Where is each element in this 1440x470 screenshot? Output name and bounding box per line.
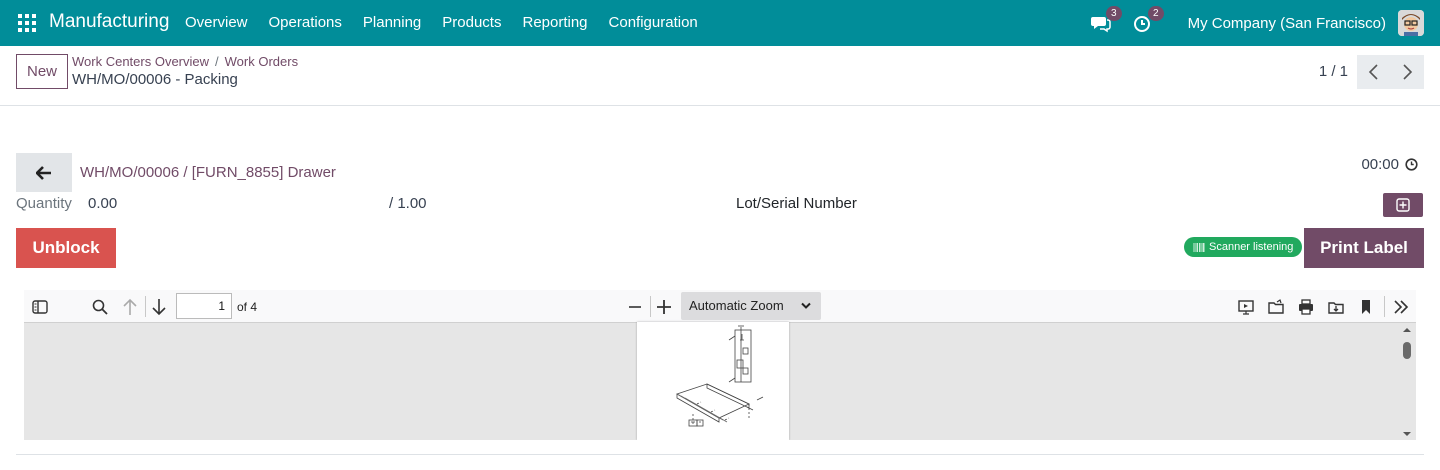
breadcrumb-separator: / <box>215 54 219 69</box>
messages-icon[interactable]: 3 <box>1090 6 1122 34</box>
zoom-select[interactable]: Automatic Zoom <box>681 292 821 320</box>
search-icon[interactable] <box>90 297 110 317</box>
pager-next-button[interactable] <box>1390 55 1424 89</box>
menu-item-products[interactable]: Products <box>442 14 501 31</box>
zoom-in-plus-icon[interactable] <box>654 297 674 317</box>
apps-menu-icon[interactable] <box>18 14 36 32</box>
activities-clock-icon[interactable]: 2 <box>1132 6 1164 34</box>
menu-item-reporting[interactable]: Reporting <box>522 14 587 31</box>
activities-badge: 2 <box>1148 6 1164 21</box>
breadcrumb-work-orders[interactable]: Work Orders <box>225 54 298 69</box>
print-label-button[interactable]: Print Label <box>1304 228 1424 268</box>
zoom-out-minus-icon[interactable] <box>625 297 645 317</box>
scrollbar-thumb[interactable] <box>1403 342 1411 359</box>
breadcrumb: Work Centers Overview / Work Orders <box>72 54 298 69</box>
page-number-input[interactable]: 1 <box>176 293 232 319</box>
scroll-down-arrow-icon[interactable] <box>1400 430 1414 438</box>
presentation-mode-icon[interactable] <box>1236 297 1256 317</box>
zoom-select-value: Automatic Zoom <box>689 298 784 313</box>
tools-double-chevron-icon[interactable] <box>1391 297 1411 317</box>
quantity-label: Quantity <box>16 195 72 212</box>
quantity-input[interactable]: 0.00 <box>88 195 117 212</box>
timer-value: 00:00 <box>1361 156 1399 173</box>
workorder-link[interactable]: WH/MO/00006 / [FURN_8855] Drawer <box>80 164 336 181</box>
lot-serial-label: Lot/Serial Number <box>736 195 857 212</box>
divider <box>16 454 1424 455</box>
sidebar-toggle-icon[interactable] <box>30 297 50 317</box>
record-title: WH/MO/00006 - Packing <box>72 71 238 88</box>
menu-item-operations[interactable]: Operations <box>269 14 342 31</box>
top-navbar: Manufacturing Overview Operations Planni… <box>0 0 1440 46</box>
workorder-timer: 00:00 <box>1361 156 1418 173</box>
next-page-arrow-down-icon[interactable] <box>149 297 169 317</box>
menu-item-overview[interactable]: Overview <box>185 14 248 31</box>
add-line-button[interactable] <box>1383 193 1423 217</box>
messages-badge: 3 <box>1106 6 1122 21</box>
print-icon[interactable] <box>1296 297 1316 317</box>
company-switcher[interactable]: My Company (San Francisco) <box>1188 15 1386 32</box>
back-button[interactable] <box>16 153 72 192</box>
main-menu: Overview Operations Planning Products Re… <box>185 14 719 31</box>
chevron-right-icon <box>1403 64 1413 80</box>
control-panel: New Work Centers Overview / Work Orders WH… <box>0 46 1440 106</box>
quantity-total: / 1.00 <box>389 195 427 212</box>
menu-item-planning[interactable]: Planning <box>363 14 421 31</box>
pdf-scrollbar[interactable] <box>1400 326 1414 438</box>
arrow-left-icon <box>36 165 51 180</box>
page-count-label: of 4 <box>237 300 258 314</box>
plus-square-icon <box>1396 198 1410 212</box>
pager-value[interactable]: 1 / 1 <box>1319 63 1348 80</box>
assembly-drawing-image <box>676 325 764 427</box>
pdf-viewer: 1 of 4 Automatic Zoom <box>24 290 1416 440</box>
pdf-page <box>637 322 789 440</box>
download-icon[interactable] <box>1326 297 1346 317</box>
toolbar-separator <box>650 296 651 317</box>
new-button[interactable]: New <box>16 54 68 89</box>
menu-item-configuration[interactable]: Configuration <box>609 14 698 31</box>
unblock-button[interactable]: Unblock <box>16 228 116 268</box>
bookmark-icon[interactable] <box>1356 297 1376 317</box>
scanner-status-label: Scanner listening <box>1209 241 1294 253</box>
navbar-systray: 3 2 My Company (San Francisco) <box>1090 0 1440 46</box>
chevron-down-icon <box>801 302 811 309</box>
user-avatar[interactable] <box>1398 10 1424 36</box>
scroll-up-arrow-icon[interactable] <box>1400 326 1414 334</box>
app-title[interactable]: Manufacturing <box>49 11 169 33</box>
previous-page-arrow-up-icon[interactable] <box>120 297 140 317</box>
pager-previous-button[interactable] <box>1357 55 1391 89</box>
toolbar-separator <box>1384 296 1385 317</box>
chevron-left-icon <box>1368 64 1378 80</box>
toolbar-separator <box>145 296 146 317</box>
open-file-icon[interactable] <box>1266 297 1286 317</box>
pdf-toolbar: 1 of 4 Automatic Zoom <box>24 290 1416 323</box>
breadcrumb-work-centers-overview[interactable]: Work Centers Overview <box>72 54 209 69</box>
clock-icon <box>1405 158 1418 171</box>
barcode-icon <box>1193 242 1205 252</box>
scanner-status-badge: Scanner listening <box>1184 237 1303 257</box>
